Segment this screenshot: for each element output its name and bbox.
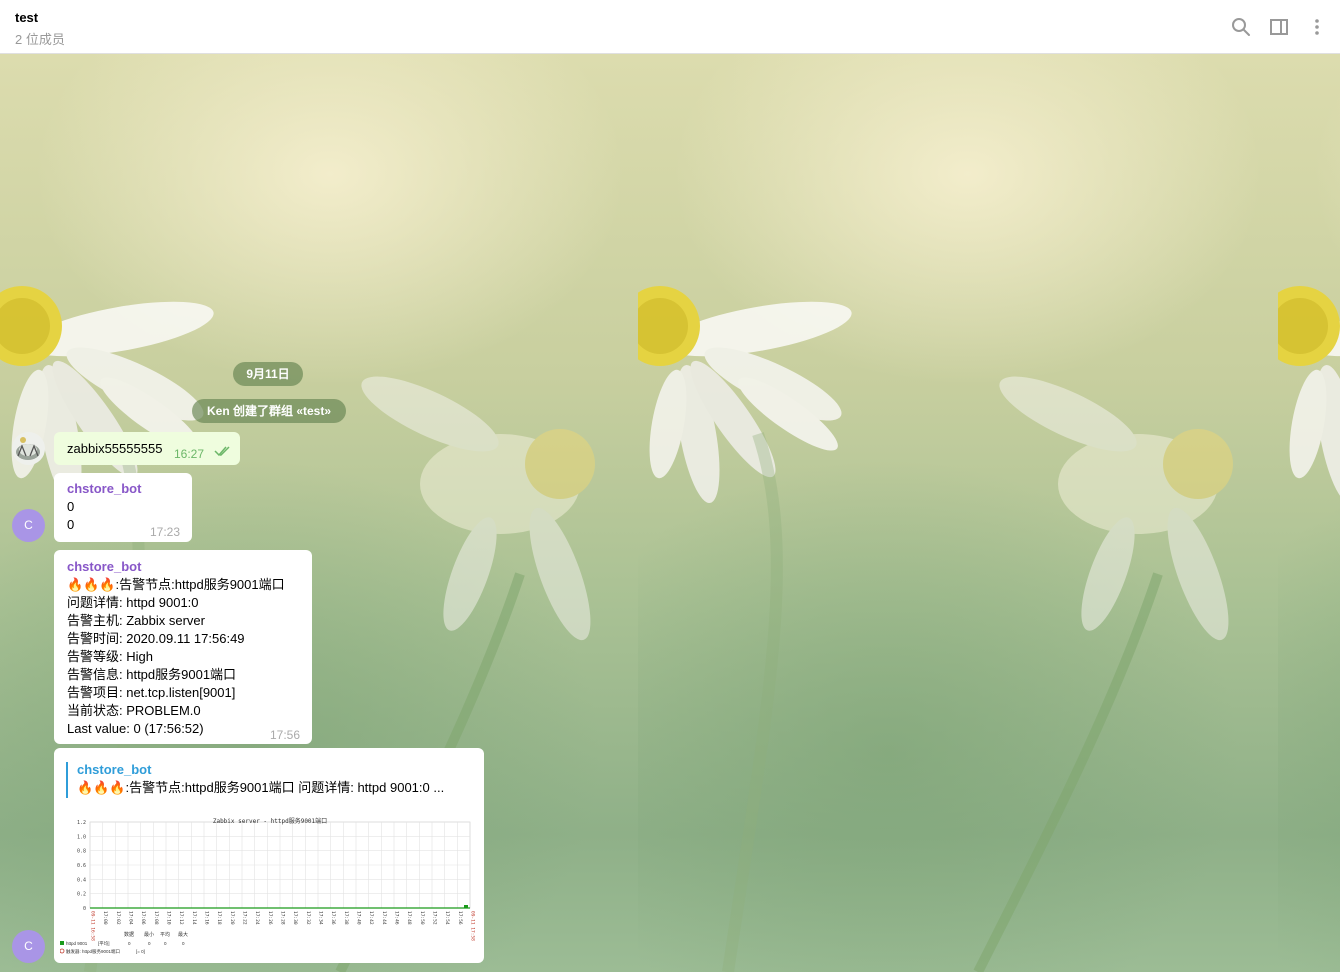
x-tick-label: 17:18 <box>216 911 222 925</box>
legend-header: 最小 <box>144 931 154 938</box>
avatar[interactable]: C <box>12 509 45 542</box>
x-tick-label: 17:28 <box>280 911 286 925</box>
y-tick-label: 0.4 <box>77 877 86 883</box>
x-tick-label: 17:38 <box>343 911 349 925</box>
sender-name[interactable]: chstore_bot <box>67 558 141 576</box>
x-tick-label: 17:40 <box>356 911 362 925</box>
x-tick-label: 17:12 <box>178 911 184 925</box>
message-line: 当前状态: PROBLEM.0 <box>67 703 201 718</box>
message-line: 告警信息: httpd服务9001端口 <box>67 667 237 682</box>
x-tick-label: 17:22 <box>242 911 248 925</box>
x-tick-label: 17:56 <box>457 911 463 925</box>
x-tick-label: 17:50 <box>419 911 425 925</box>
message-bubble-photo[interactable]: chstore_bot 🔥🔥🔥:告警节点:httpd服务9001端口 问题详情:… <box>54 748 484 963</box>
x-tick-label: 17:26 <box>267 911 273 925</box>
chart-title: Zabbix server - httpd服务9001端口 <box>212 818 328 825</box>
search-icon[interactable] <box>1229 15 1253 39</box>
sender-name[interactable]: chstore_bot <box>67 480 141 498</box>
message-line: 0 <box>67 499 75 514</box>
more-vertical-icon[interactable] <box>1305 15 1329 39</box>
member-count[interactable]: 2 位成员 <box>15 29 65 48</box>
legend-scope: [平均] <box>98 940 110 947</box>
message-bubble-incoming[interactable]: chstore_bot 0 0 17:23 <box>54 473 192 542</box>
y-tick-label: 1.0 <box>77 834 86 840</box>
x-tick-label: 17:16 <box>204 911 210 925</box>
legend-value: 0 <box>128 941 131 946</box>
message-time: 17:56 <box>270 728 301 742</box>
legend-swatch <box>60 941 64 945</box>
legend-label: httpd 9001 <box>66 941 88 946</box>
wallpaper-tile <box>638 54 1278 972</box>
y-tick-label: 0.2 <box>77 892 86 898</box>
legend-value: 0 <box>164 941 167 946</box>
wallpaper-tile <box>1278 54 1340 972</box>
chat-header: test 2 位成员 <box>0 0 1340 54</box>
message-line: 告警时间: 2020.09.11 17:56:49 <box>67 631 245 646</box>
message-bubble-incoming[interactable]: chstore_bot 🔥🔥🔥:告警节点:httpd服务9001端口 问题详情:… <box>54 550 312 744</box>
x-tick-label: 17:20 <box>229 911 235 925</box>
x-tick-label: 17:52 <box>432 911 438 925</box>
legend-header: 数据 <box>124 931 134 938</box>
x-tick-label: 09-11 16:58 <box>90 911 96 941</box>
x-tick-label: 17:34 <box>318 911 324 925</box>
x-tick-label: 17:08 <box>153 911 159 925</box>
x-tick-label: 17:54 <box>444 911 450 925</box>
message-text: zabbix55555555 <box>67 441 163 456</box>
x-tick-label: 17:30 <box>292 911 298 925</box>
legend-trigger-scope: [= 0] <box>136 949 145 954</box>
y-tick-label: 0.8 <box>77 849 86 855</box>
message-line: 0 <box>67 517 75 532</box>
x-tick-label: 17:02 <box>115 911 121 925</box>
x-tick-label: 17:36 <box>330 911 336 925</box>
avatar[interactable]: C <box>12 930 45 963</box>
message-line: Last value: 0 (17:56:52) <box>67 721 204 736</box>
message-text: 🔥🔥🔥:告警节点:httpd服务9001端口 问题详情: httpd 9001:… <box>67 576 285 738</box>
message-time: 16:27 <box>174 447 205 461</box>
reply-sender[interactable]: chstore_bot <box>77 761 151 779</box>
date-separator: 9月11日 <box>233 362 303 386</box>
legend-trigger-icon <box>59 948 65 954</box>
x-tick-label: 17:44 <box>381 911 387 925</box>
message-line: 告警项目: net.tcp.listen[9001] <box>67 685 236 700</box>
reply-preview[interactable]: 🔥🔥🔥:告警节点:httpd服务9001端口 问题详情: httpd 9001:… <box>77 779 444 797</box>
message-line: 告警主机: Zabbix server <box>67 613 205 628</box>
message-line: 告警等级: High <box>67 649 153 664</box>
service-message: Ken 创建了群组 «test» <box>192 399 346 423</box>
legend-header: 平均 <box>160 931 170 938</box>
sidebar-toggle-icon[interactable] <box>1267 15 1291 39</box>
legend-value: 0 <box>148 941 151 946</box>
read-checkmarks-icon <box>214 444 232 462</box>
x-tick-label: 17:04 <box>128 911 134 925</box>
message-line: 🔥🔥🔥:告警节点:httpd服务9001端口 <box>67 577 285 592</box>
message-bubble-outgoing[interactable]: zabbix55555555 16:27 <box>54 432 240 465</box>
y-tick-label: 0.6 <box>77 863 86 869</box>
series-marker <box>464 905 468 908</box>
x-tick-label: 17:06 <box>140 911 146 925</box>
legend-value: 0 <box>182 941 185 946</box>
reply-bar <box>66 762 68 798</box>
legend-trigger-label: 触发器: httpd服务9001端口 <box>66 948 120 955</box>
x-tick-label: 17:14 <box>191 911 197 925</box>
x-tick-label: 17:46 <box>394 911 400 925</box>
x-tick-label: 17:48 <box>406 911 412 925</box>
x-tick-label: 17:42 <box>368 911 374 925</box>
x-tick-label: 17:10 <box>166 911 172 925</box>
x-tick-label: 17:24 <box>254 911 260 925</box>
avatar[interactable] <box>12 432 45 465</box>
zabbix-graph-image[interactable]: Zabbix server - httpd服务9001端口 1.2 1.0 0.8 0… <box>59 806 480 962</box>
x-tick-label: 09-11 17:58 <box>470 911 476 941</box>
y-tick-label: 0 <box>83 906 86 912</box>
x-tick-label: 17:32 <box>305 911 311 925</box>
chat-title[interactable]: test <box>15 10 38 25</box>
x-tick-label: 17:00 <box>102 911 108 925</box>
message-line: 问题详情: httpd 9001:0 <box>67 595 199 610</box>
legend-header: 最大 <box>178 931 188 938</box>
message-time: 17:23 <box>150 525 181 539</box>
